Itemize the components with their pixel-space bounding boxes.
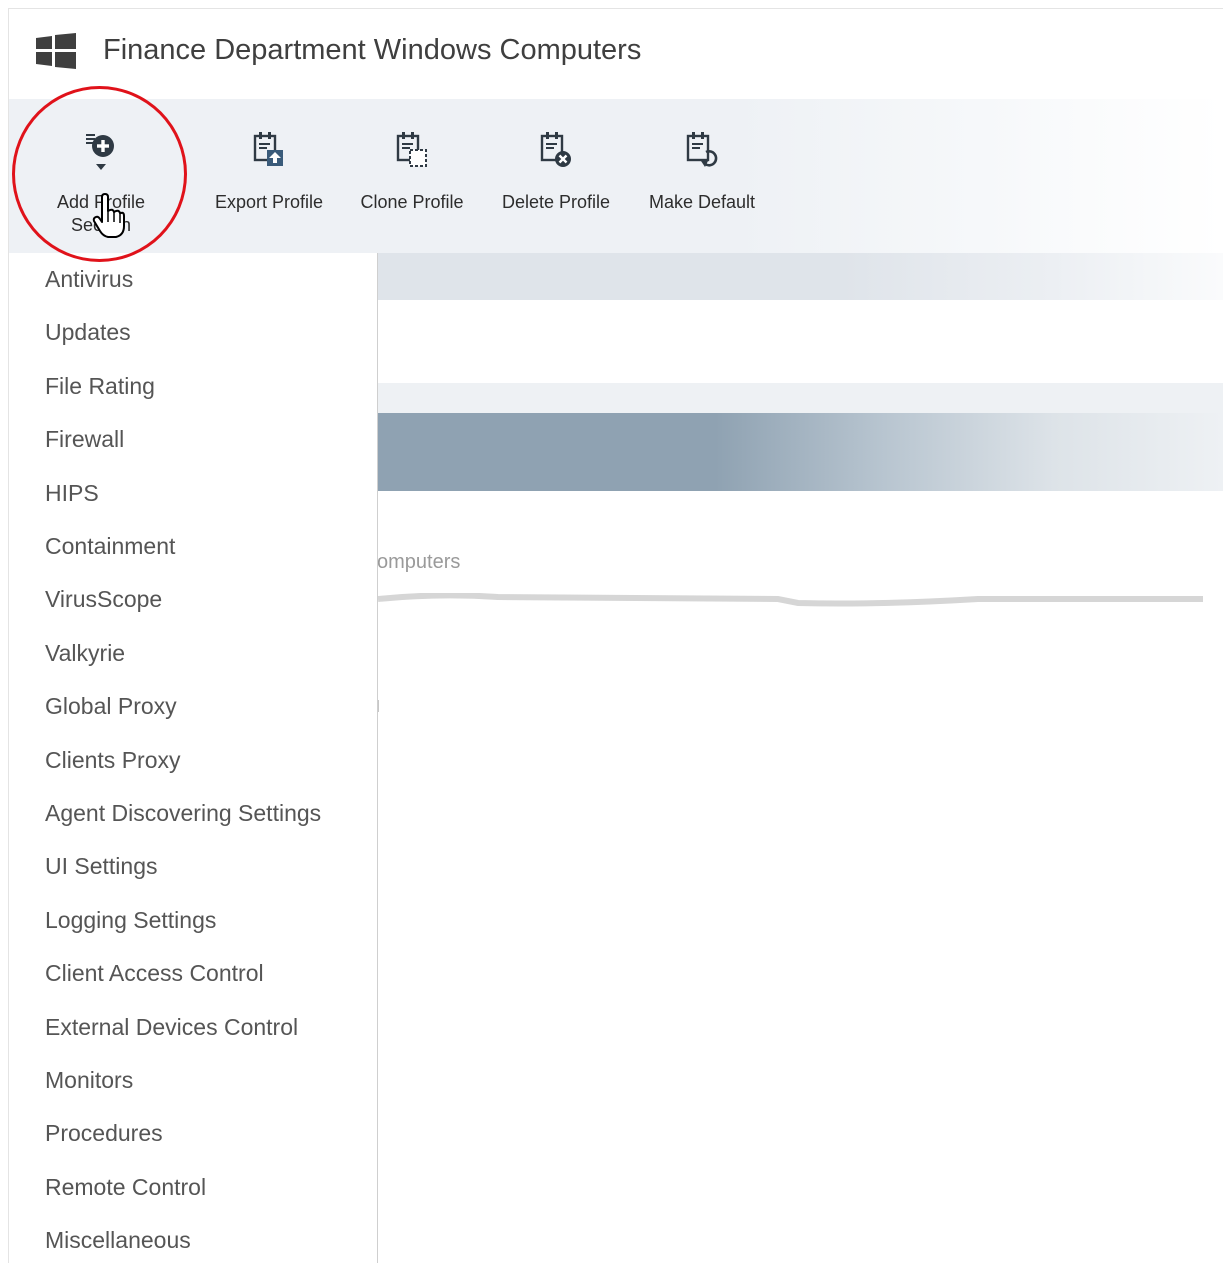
menu-item-monitors[interactable]: Monitors (9, 1054, 377, 1107)
background-header-band (377, 253, 1223, 300)
menu-item-file-rating[interactable]: File Rating (9, 360, 377, 413)
make-default-label: Make Default (648, 192, 756, 212)
make-default-icon (686, 132, 718, 167)
background-section-header (377, 413, 1223, 491)
background-partial-text: omputers (377, 551, 461, 573)
background-divider (378, 593, 1203, 607)
menu-item-firewall[interactable]: Firewall (9, 413, 377, 466)
menu-item-virusscope[interactable]: VirusScope (9, 573, 377, 626)
clone-profile-label: Clone Profile (360, 192, 464, 212)
menu-item-external-devices-control[interactable]: External Devices Control (9, 1001, 377, 1054)
delete-profile-label: Delete Profile (501, 192, 611, 212)
menu-item-containment[interactable]: Containment (9, 520, 377, 573)
delete-icon (540, 132, 571, 167)
clone-icon (396, 132, 427, 167)
menu-item-valkyrie[interactable]: Valkyrie (9, 627, 377, 680)
delete-profile-button[interactable]: Delete Profile (493, 99, 619, 253)
export-profile-label: Export Profile (214, 192, 324, 212)
export-profile-button[interactable]: Export Profile (203, 99, 335, 253)
menu-item-clients-proxy[interactable]: Clients Proxy (9, 734, 377, 787)
make-default-button[interactable]: Make Default (639, 99, 765, 253)
hand-cursor-icon (92, 193, 125, 238)
menu-item-procedures[interactable]: Procedures (9, 1107, 377, 1160)
page-title: Finance Department Windows Computers (103, 34, 642, 66)
menu-item-hips[interactable]: HIPS (9, 467, 377, 520)
menu-item-agent-discovering-settings[interactable]: Agent Discovering Settings (9, 787, 377, 840)
menu-item-client-access-control[interactable]: Client Access Control (9, 947, 377, 1000)
menu-item-antivirus[interactable]: Antivirus (9, 253, 377, 306)
menu-item-remote-control[interactable]: Remote Control (9, 1161, 377, 1214)
menu-item-ui-settings[interactable]: UI Settings (9, 840, 377, 893)
export-icon (253, 132, 283, 166)
menu-item-logging-settings[interactable]: Logging Settings (9, 894, 377, 947)
windows-logo-icon (36, 33, 76, 69)
profile-toolbar: Add Profile Section Export Profile Clone… (9, 99, 1223, 253)
menu-item-miscellaneous[interactable]: Miscellaneous (9, 1214, 377, 1267)
background-strip (377, 383, 1223, 413)
menu-item-updates[interactable]: Updates (9, 306, 377, 359)
profile-section-dropdown: Antivirus Updates File Rating Firewall H… (9, 253, 378, 1263)
clone-profile-button[interactable]: Clone Profile (349, 99, 475, 253)
menu-item-global-proxy[interactable]: Global Proxy (9, 680, 377, 733)
